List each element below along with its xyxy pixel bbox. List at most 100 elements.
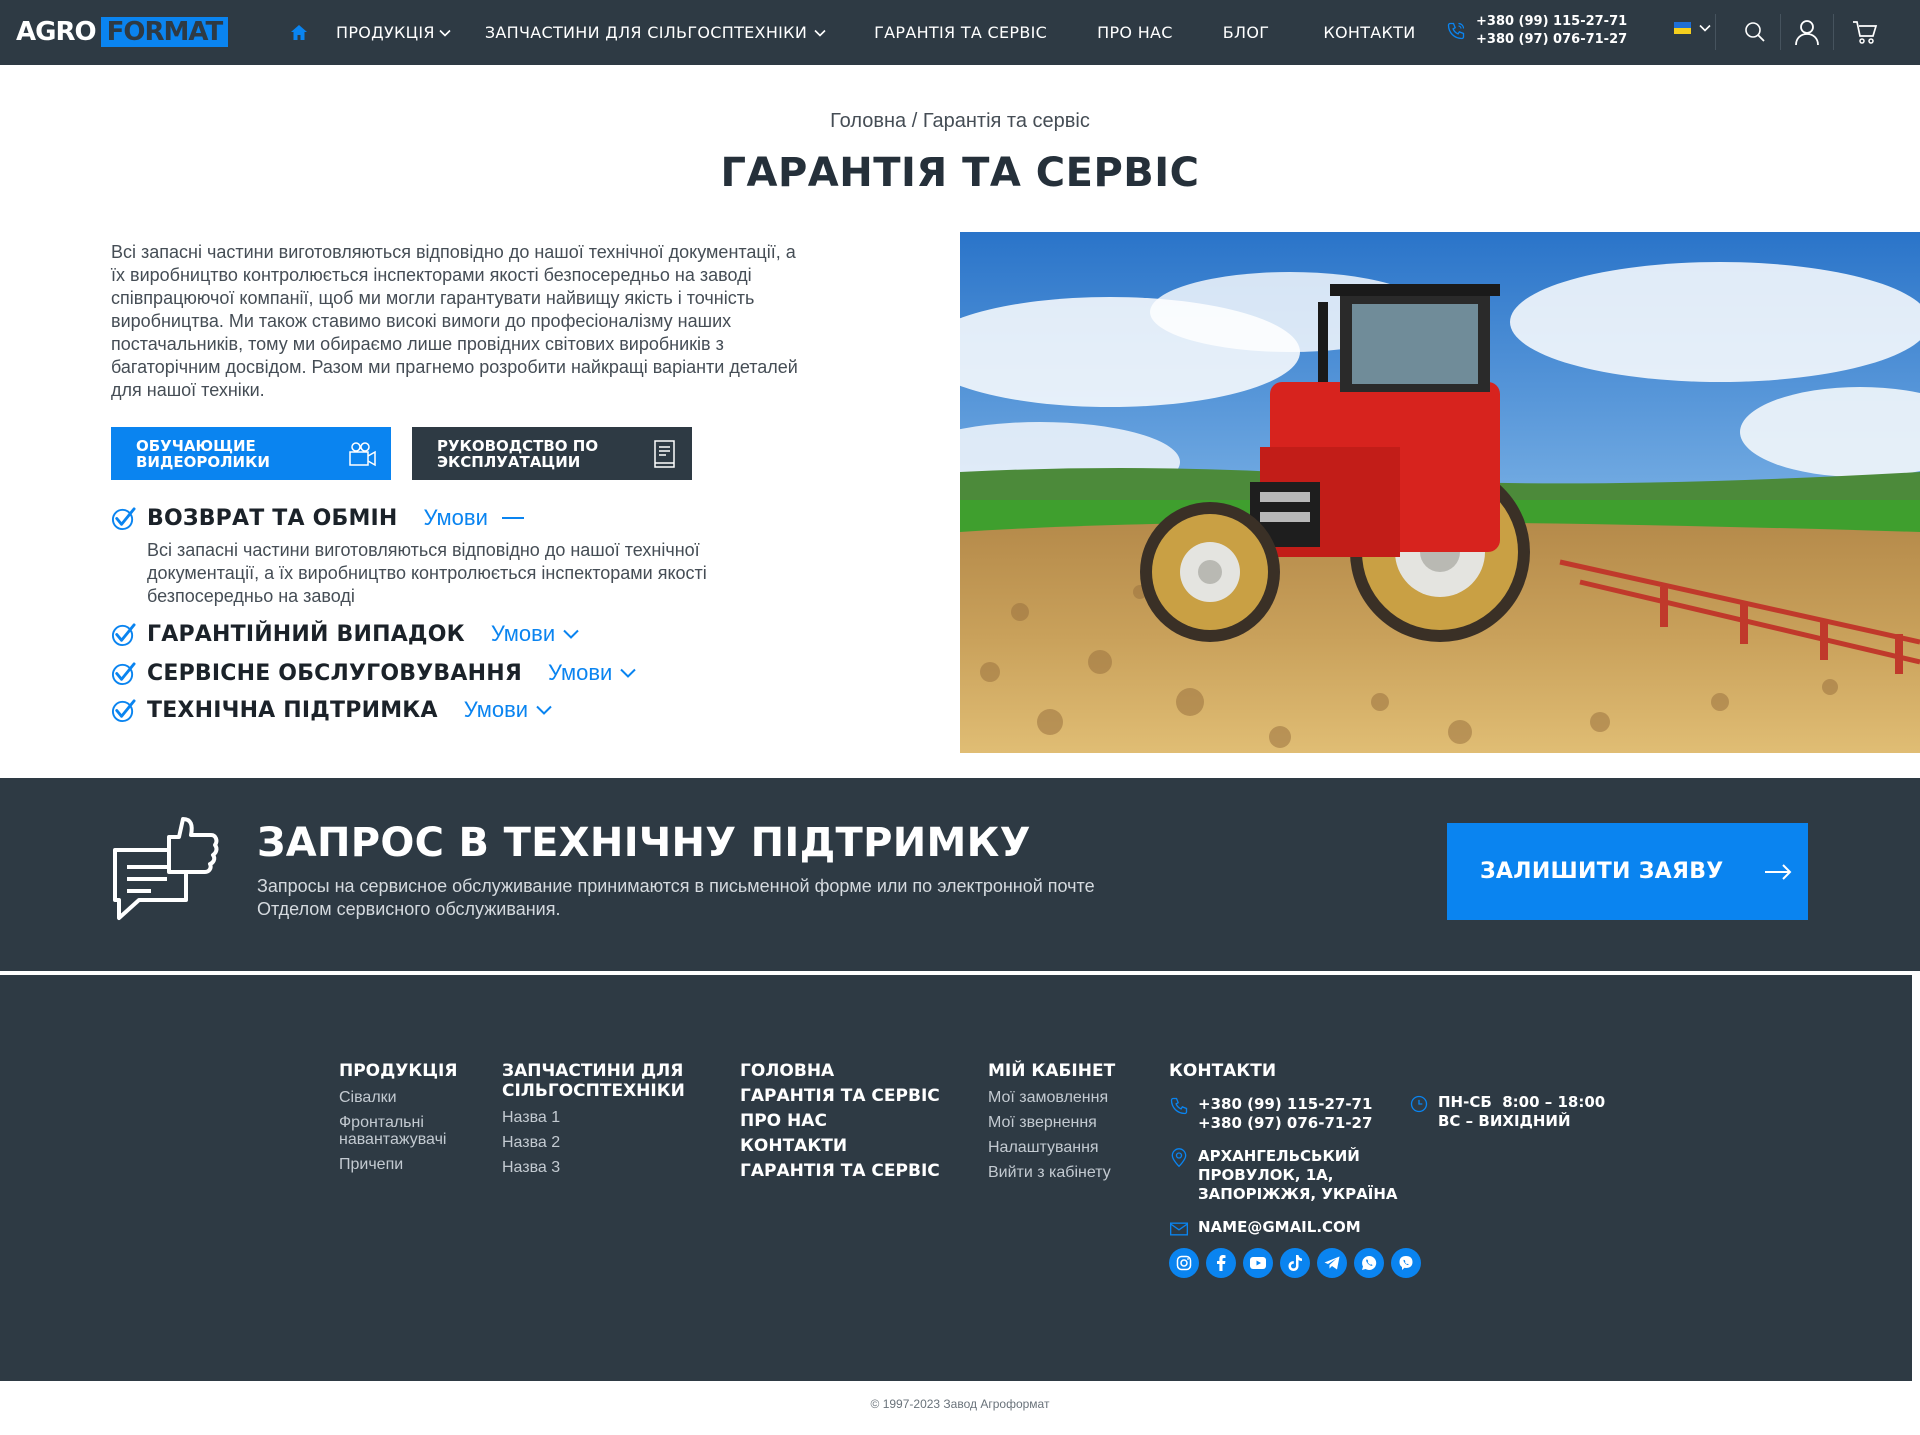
footer-link[interactable]: Назва 2 — [502, 1134, 722, 1151]
footer-address-line: ЗАПОРІЖЖЯ, УКРАЇНА — [1198, 1185, 1398, 1203]
footer-products-column: ПРОДУКЦІЯ Сівалки Фронтальні навантажува… — [339, 1061, 489, 1173]
accordion-title: ВОЗВРАТ ТА ОБМІН — [147, 505, 398, 531]
accordion-toggle[interactable]: Умови — [464, 697, 552, 723]
button-label: ОБУЧАЮЩИЕ ВИДЕОРОЛИКИ — [136, 438, 270, 470]
search-icon[interactable] — [1739, 16, 1771, 48]
chevron-down-icon — [1699, 24, 1711, 32]
nav-item-about[interactable]: ПРО НАС — [1097, 23, 1173, 42]
accordion-toggle[interactable]: Умови — [491, 621, 579, 647]
footer-main-link[interactable]: ГОЛОВНА — [740, 1061, 960, 1081]
clock-icon — [1410, 1095, 1428, 1113]
nav-item-label: КОНТАКТИ — [1323, 23, 1416, 42]
footer-main-link[interactable]: ГАРАНТІЯ ТА СЕРВІС — [740, 1161, 960, 1181]
footer-hours-line: ВС – ВИХІДНИЙ — [1438, 1112, 1571, 1130]
training-videos-button[interactable]: ОБУЧАЮЩИЕ ВИДЕОРОЛИКИ — [111, 427, 391, 480]
user-icon[interactable] — [1791, 16, 1823, 48]
footer-link[interactable]: Причепи — [339, 1156, 489, 1173]
footer-working-hours: ПН-СБ 8:00 – 18:00 ВС – ВИХІДНИЙ — [1409, 1093, 1629, 1131]
checkmark-icon — [111, 661, 136, 685]
footer-link[interactable]: Сівалки — [339, 1089, 489, 1106]
footer-column-title[interactable]: ЗАПЧАСТИНИ ДЛЯ СІЛЬГОСПТЕХНІКИ — [502, 1061, 722, 1101]
tractor-photo — [960, 232, 1920, 753]
viber-icon[interactable] — [1391, 1248, 1421, 1278]
breadcrumb: Головна / Гарантія та сервіс — [0, 110, 1920, 133]
accordion-return-exchange[interactable]: ВОЗВРАТ ТА ОБМІН Умови — [111, 505, 524, 531]
nav-item-warranty[interactable]: ГАРАНТІЯ ТА СЕРВІС — [874, 23, 1047, 42]
footer-phone-2[interactable]: +380 (97) 076-71-27 — [1198, 1114, 1372, 1133]
user-manual-button[interactable]: РУКОВОДСТВО ПО ЭКСПЛУАТАЦИИ — [412, 427, 692, 480]
accordion-toggle-label: Умови — [423, 505, 488, 530]
button-label: ЗАЛИШИТИ ЗАЯВУ — [1480, 859, 1724, 884]
footer-column-title: КОНТАКТИ — [1169, 1061, 1277, 1081]
nav-item-blog[interactable]: БЛОГ — [1223, 23, 1270, 42]
accordion-title: ГАРАНТІЙНИЙ ВИПАДОК — [147, 621, 465, 647]
instagram-icon[interactable] — [1169, 1248, 1199, 1278]
telegram-icon[interactable] — [1317, 1248, 1347, 1278]
ukraine-flag-icon — [1674, 22, 1691, 34]
nav-item-label: ГАРАНТІЯ ТА СЕРВІС — [874, 23, 1048, 42]
breadcrumb-current: Гарантія та сервіс — [922, 110, 1090, 132]
footer-contacts-column: КОНТАКТИ +380 (99) 115-27-71 +380 (97) 0… — [1169, 1061, 1409, 1239]
header-phone-1[interactable]: +380 (99) 115-27-71 — [1476, 13, 1627, 31]
chevron-down-icon — [814, 29, 826, 37]
header-divider — [1715, 14, 1716, 50]
footer-link[interactable]: Назва 3 — [502, 1159, 722, 1176]
nav-item-contacts[interactable]: КОНТАКТИ — [1323, 23, 1415, 42]
whatsapp-icon[interactable] — [1354, 1248, 1384, 1278]
footer-email-address[interactable]: NAME@GMAIL.COM — [1198, 1218, 1361, 1237]
footer-email[interactable]: NAME@GMAIL.COM — [1169, 1218, 1409, 1239]
nav-item-parts[interactable]: ЗАПЧАСТИНИ ДЛЯ СІЛЬГОСПТЕХНІКИ — [485, 23, 826, 42]
support-request-title: ЗАПРОС В ТЕХНІЧНУ ПІДТРИМКУ — [257, 820, 1031, 866]
footer-hours-line: ПН-СБ 8:00 – 18:00 — [1438, 1093, 1606, 1111]
footer-link[interactable]: Вийти з кабінету — [988, 1164, 1148, 1181]
breadcrumb-home[interactable]: Головна — [830, 110, 906, 132]
footer-main-link[interactable]: ПРО НАС — [740, 1111, 960, 1131]
footer-link[interactable]: Мої замовлення — [988, 1089, 1148, 1106]
accordion-toggle-label: Умови — [490, 621, 556, 646]
footer-link[interactable]: Налаштування — [988, 1139, 1148, 1156]
nav-item-products[interactable]: ПРОДУКЦІЯ — [336, 23, 451, 42]
accordion-toggle[interactable]: Умови — [424, 505, 524, 531]
accordion-service[interactable]: СЕРВІСНЕ ОБСЛУГОВУВАННЯ Умови — [111, 660, 637, 686]
facebook-icon[interactable] — [1206, 1248, 1236, 1278]
home-icon[interactable] — [288, 22, 310, 44]
checkmark-icon — [111, 506, 136, 530]
tiktok-icon[interactable] — [1280, 1248, 1310, 1278]
footer-phone-1[interactable]: +380 (99) 115-27-71 — [1198, 1095, 1372, 1114]
nav-item-label: ПРОДУКЦІЯ — [336, 23, 435, 42]
language-selector[interactable] — [1674, 22, 1711, 34]
accordion-toggle[interactable]: Умови — [548, 660, 637, 686]
footer-link[interactable]: Фронтальні навантажувачі — [339, 1114, 489, 1148]
nav-item-label: БЛОГ — [1222, 23, 1270, 42]
footer-phones[interactable]: +380 (99) 115-27-71 +380 (97) 076-71-27 — [1169, 1095, 1409, 1133]
footer-link[interactable]: Назва 1 — [502, 1109, 722, 1126]
envelope-icon — [1170, 1222, 1188, 1236]
accordion-toggle-label: Умови — [463, 697, 529, 722]
accordion-warranty-case[interactable]: ГАРАНТІЙНИЙ ВИПАДОК Умови — [111, 621, 579, 647]
copyright: © 1997-2023 Завод Агроформат — [870, 1397, 1050, 1411]
nav-item-label: ЗАПЧАСТИНИ ДЛЯ СІЛЬГОСПТЕХНІКИ — [484, 23, 808, 42]
accordion-title: СЕРВІСНЕ ОБСЛУГОВУВАННЯ — [147, 660, 522, 686]
footer-title-line: СІЛЬГОСПТЕХНІКИ — [502, 1081, 685, 1101]
footer-main-link[interactable]: ГАРАНТІЯ ТА СЕРВІС — [740, 1086, 960, 1106]
cart-icon[interactable] — [1849, 16, 1881, 48]
chevron-down-icon — [563, 629, 579, 639]
arrow-right-icon — [1765, 863, 1792, 880]
youtube-icon[interactable] — [1243, 1248, 1273, 1278]
chevron-down-icon — [536, 705, 552, 715]
page-title: ГАРАНТІЯ ТА СЕРВІС — [720, 150, 1200, 196]
nav-item-label: ПРО НАС — [1097, 23, 1173, 42]
footer-main-link[interactable]: КОНТАКТИ — [740, 1136, 960, 1156]
footer-column-title[interactable]: МІЙ КАБІНЕТ — [988, 1061, 1148, 1081]
leave-request-button[interactable]: ЗАЛИШИТИ ЗАЯВУ — [1447, 823, 1808, 920]
footer-parts-column: ЗАПЧАСТИНИ ДЛЯ СІЛЬГОСПТЕХНІКИ Назва 1 Н… — [502, 1061, 722, 1176]
footer-hours: ПН-СБ 8:00 – 18:00 ВС – ВИХІДНИЙ — [1409, 1093, 1629, 1131]
footer-address-line: АРХАНГЕЛЬСЬКИЙ — [1198, 1147, 1360, 1165]
header-phones[interactable]: +380 (99) 115-27-71 +380 (97) 076-71-27 — [1446, 13, 1627, 49]
breadcrumb-separator: / — [906, 110, 923, 132]
header-phone-2[interactable]: +380 (97) 076-71-27 — [1476, 31, 1627, 49]
footer-link[interactable]: Мої звернення — [988, 1114, 1148, 1131]
footer-column-title[interactable]: ПРОДУКЦІЯ — [339, 1061, 489, 1081]
accordion-tech-support[interactable]: ТЕХНІЧНА ПІДТРИМКА Умови — [111, 697, 552, 723]
logo[interactable]: AGRO FORMAT — [16, 17, 229, 47]
